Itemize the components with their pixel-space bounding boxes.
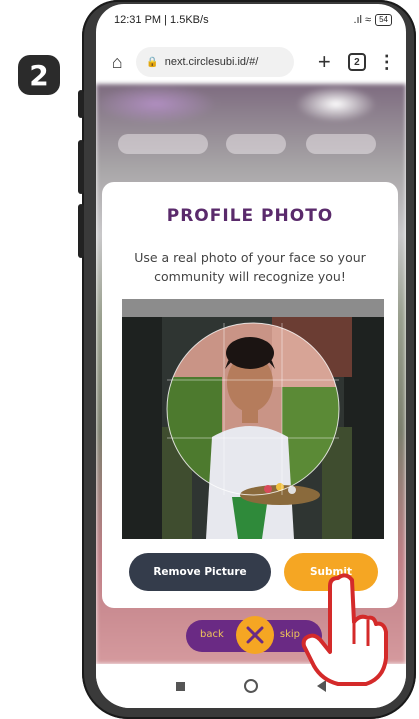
status-time-speed: 12:31 PM | 1.5KB/s <box>114 14 209 26</box>
blurred-text <box>226 134 286 154</box>
skip-link[interactable]: skip <box>280 629 300 640</box>
back-link[interactable]: back <box>200 629 224 640</box>
blurred-text <box>118 134 208 154</box>
pointing-hand-icon <box>301 573 388 686</box>
phone-side-button <box>78 204 84 258</box>
tab-switcher-button[interactable]: 2 <box>348 53 366 71</box>
address-bar[interactable]: 🔒 next.circlesubi.id/#/ <box>136 47 295 77</box>
remove-picture-button[interactable]: Remove Picture <box>129 553 271 591</box>
plus-icon[interactable]: + <box>310 49 338 75</box>
recents-icon[interactable] <box>175 681 185 691</box>
blurred-text <box>306 134 376 154</box>
profile-photo <box>122 317 384 539</box>
step-number-badge: 2 <box>18 55 60 95</box>
modal-title: PROFILE PHOTO <box>166 206 334 226</box>
lock-icon: 🔒 <box>146 56 159 68</box>
signal-wifi-icon: .ıl ≈ <box>353 14 372 26</box>
status-icons: .ıl ≈ 54 <box>353 14 392 26</box>
close-icon[interactable] <box>236 616 274 654</box>
browser-toolbar: ⌂ 🔒 next.circlesubi.id/#/ + 2 ⋮ <box>96 40 406 84</box>
phone-side-button <box>78 90 84 118</box>
profile-photo-modal: PROFILE PHOTO Use a real photo of your f… <box>102 182 398 608</box>
address-url: next.circlesubi.id/#/ <box>164 56 259 68</box>
more-vert-icon[interactable]: ⋮ <box>376 52 399 73</box>
battery-icon: 54 <box>375 14 392 26</box>
modal-description: Use a real photo of your face so your co… <box>134 250 366 284</box>
status-bar: 12:31 PM | 1.5KB/s .ıl ≈ 54 <box>96 4 406 36</box>
photo-crop-area[interactable] <box>122 299 384 539</box>
home-icon[interactable]: ⌂ <box>104 52 130 73</box>
home-nav-icon[interactable] <box>243 679 258 693</box>
phone-side-button <box>78 140 84 194</box>
